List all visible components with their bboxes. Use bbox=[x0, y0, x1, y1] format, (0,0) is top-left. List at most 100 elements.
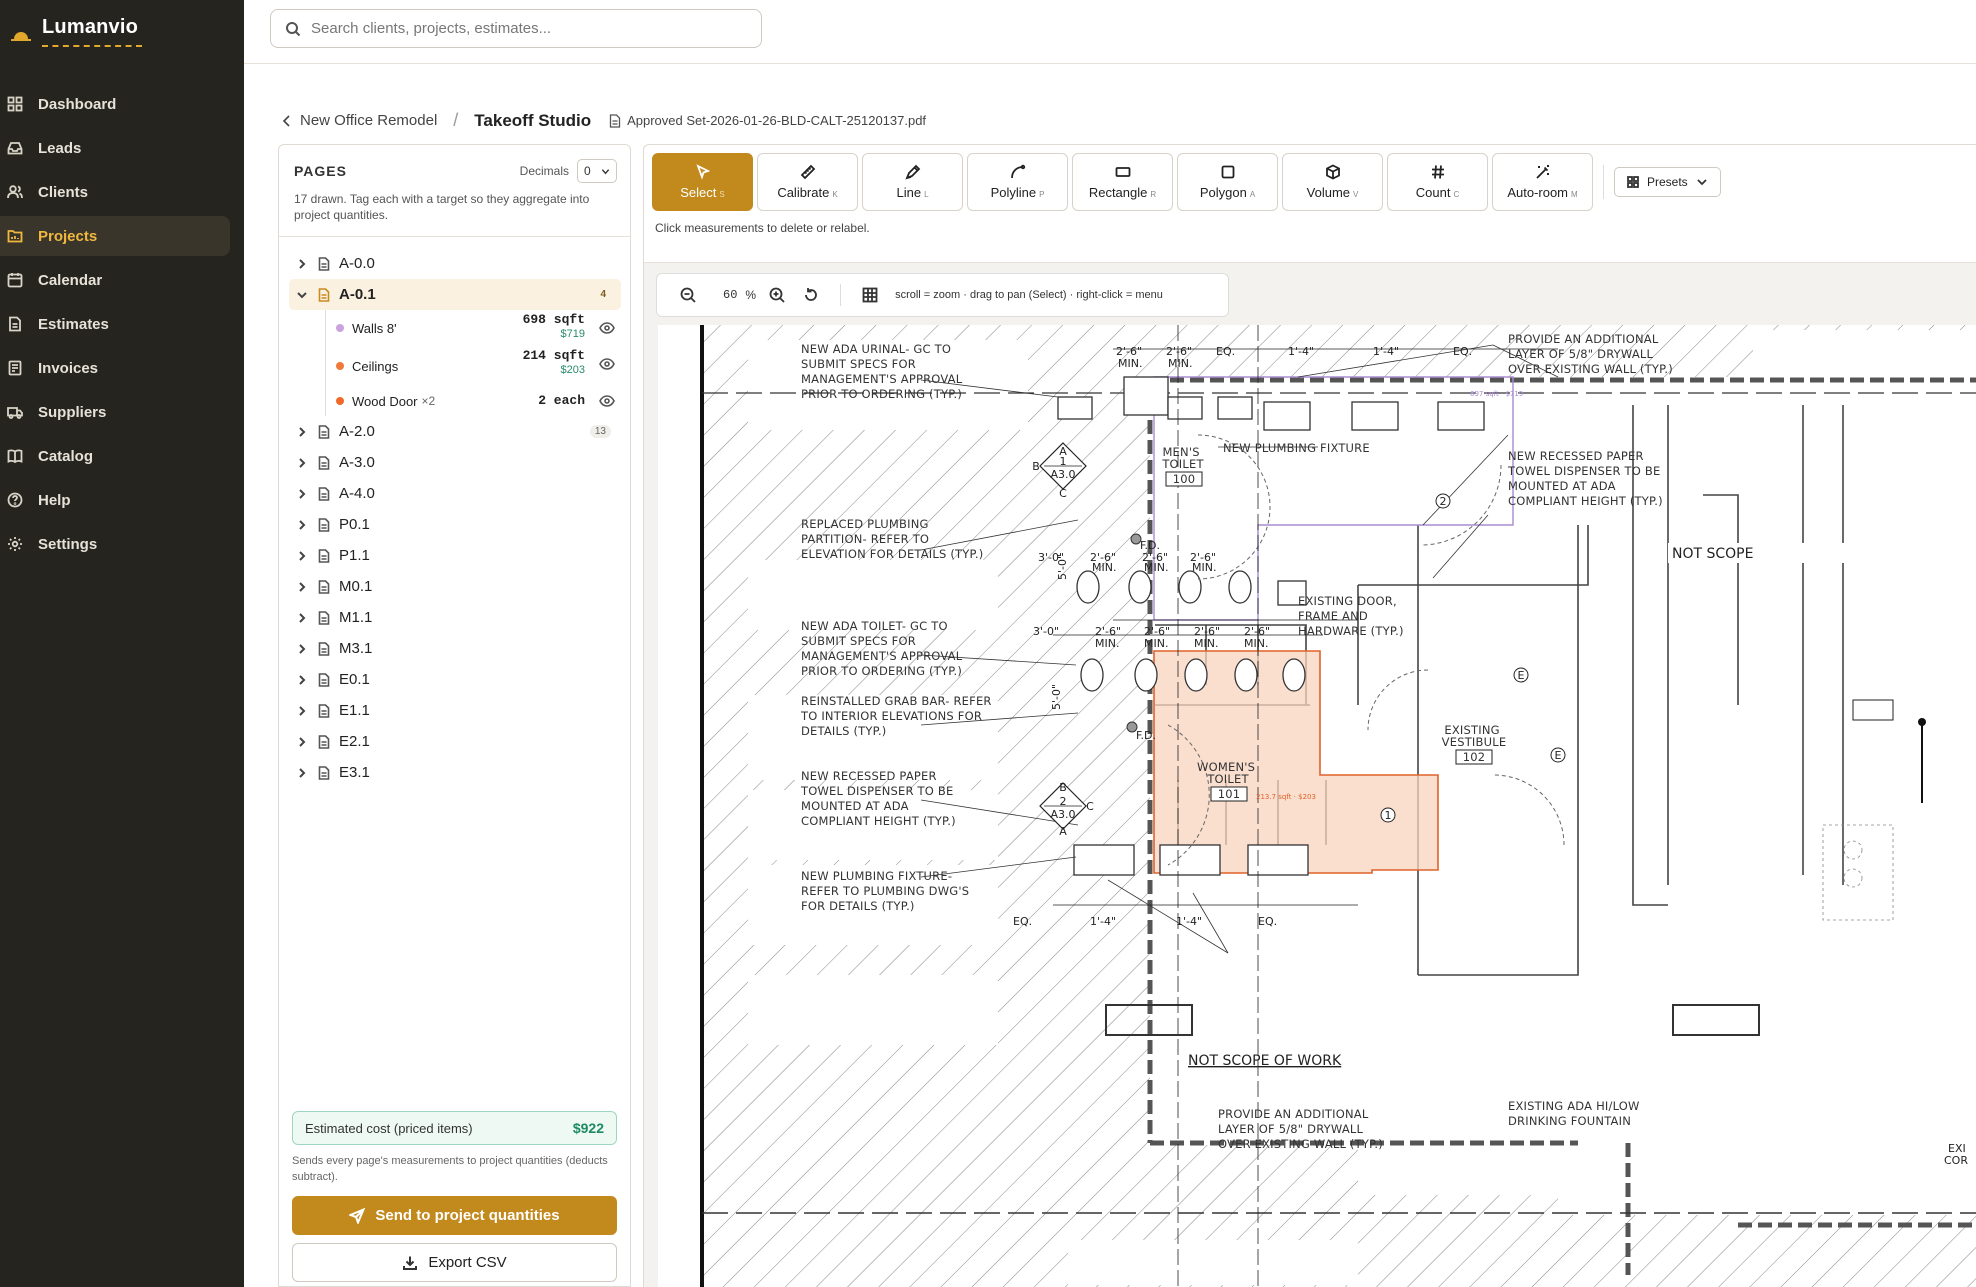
page-row[interactable]: A-4.0 bbox=[289, 478, 621, 509]
sidebar-item-help[interactable]: Help bbox=[0, 480, 230, 520]
page-row[interactable]: M3.1 bbox=[289, 633, 621, 664]
note-line: LAYER OF 5/8" DRYWALL bbox=[1508, 347, 1654, 361]
pages-help: 17 drawn. Tag each with a target so they… bbox=[294, 192, 590, 222]
sidebar: Lumanvio Dashboard Leads Clients Project… bbox=[0, 0, 244, 1287]
folder-icon bbox=[6, 227, 24, 245]
color-dot bbox=[336, 362, 344, 370]
chevron-right-icon[interactable] bbox=[295, 612, 309, 623]
page-row[interactable]: M0.1 bbox=[289, 571, 621, 602]
chevron-right-icon[interactable] bbox=[295, 258, 309, 269]
download-icon bbox=[403, 1256, 418, 1270]
search-box[interactable] bbox=[270, 9, 762, 48]
zoom-out-button[interactable] bbox=[671, 280, 705, 310]
export-csv-button[interactable]: Export CSV bbox=[292, 1243, 617, 1282]
measurement-price: $719 bbox=[560, 328, 585, 340]
measurement-label: Walls 8' bbox=[352, 320, 397, 336]
zoom-in-button[interactable] bbox=[760, 280, 794, 310]
document-icon bbox=[317, 517, 331, 532]
document-icon bbox=[317, 641, 331, 656]
decimals-select[interactable]: 0 bbox=[577, 159, 617, 183]
chevron-right-icon[interactable] bbox=[295, 705, 309, 716]
brand[interactable]: Lumanvio bbox=[10, 16, 143, 47]
page-row-selected[interactable]: A-0.1 4 bbox=[289, 279, 621, 310]
takeoff-workspace: Select S Calibrate K Line L Polyline P Recta… bbox=[643, 144, 1976, 1287]
sidebar-item-suppliers[interactable]: Suppliers bbox=[0, 392, 230, 432]
note-line: MOUNTED AT ADA bbox=[801, 799, 909, 813]
measurement-item[interactable]: Walls 8' 698 sqft $719 bbox=[325, 310, 621, 346]
page-row[interactable]: E1.1 bbox=[289, 695, 621, 726]
chevron-right-icon[interactable] bbox=[295, 457, 309, 468]
sidebar-item-projects[interactable]: Projects bbox=[0, 216, 230, 256]
page-row[interactable]: A-3.0 bbox=[289, 447, 621, 478]
chevron-right-icon[interactable] bbox=[295, 426, 309, 437]
brand-name: Lumanvio bbox=[42, 16, 143, 47]
tool-auto-room[interactable]: Auto-room M bbox=[1492, 153, 1593, 211]
tool-polygon[interactable]: Polygon A bbox=[1177, 153, 1278, 211]
tool-rectangle[interactable]: Rectangle R bbox=[1072, 153, 1173, 211]
zoom-value[interactable]: 60 bbox=[723, 288, 737, 302]
chevron-right-icon[interactable] bbox=[295, 550, 309, 561]
sidebar-item-estimates[interactable]: Estimates bbox=[0, 304, 230, 344]
presets-dropdown[interactable]: Presets bbox=[1614, 167, 1721, 197]
sidebar-item-dashboard[interactable]: Dashboard bbox=[0, 84, 230, 124]
back-link[interactable]: New Office Remodel bbox=[282, 112, 437, 129]
tool-count[interactable]: Count C bbox=[1387, 153, 1488, 211]
chevron-right-icon[interactable] bbox=[295, 767, 309, 778]
sidebar-item-catalog[interactable]: Catalog bbox=[0, 436, 230, 476]
sidebar-item-label: Projects bbox=[38, 227, 98, 245]
note-bg bbox=[748, 975, 998, 1045]
note-line: COMPLIANT HEIGHT (TYP.) bbox=[1508, 494, 1663, 508]
chevron-right-icon[interactable] bbox=[295, 736, 309, 747]
sidebar-item-invoices[interactable]: Invoices bbox=[0, 348, 230, 388]
room-label-vestibule: EXISTING VESTIBULE bbox=[1442, 723, 1507, 749]
grid-icon bbox=[1627, 176, 1639, 188]
page-name: E0.1 bbox=[339, 671, 370, 688]
floor-plan[interactable]: NEW ADA URINAL- GC TO SUBMIT SPECS FOR M… bbox=[658, 325, 1976, 1287]
sidebar-item-settings[interactable]: Settings bbox=[0, 524, 230, 564]
file-name[interactable]: Approved Set-2026-01-26-BLD-CALT-2512013… bbox=[609, 113, 926, 128]
reset-view-button[interactable] bbox=[794, 280, 828, 310]
chevron-right-icon[interactable] bbox=[295, 581, 309, 592]
note-line: NEW ADA URINAL- GC TO bbox=[801, 342, 951, 356]
decimals-control: Decimals 0 bbox=[520, 159, 617, 183]
page-row[interactable]: M1.1 bbox=[289, 602, 621, 633]
note-line: FRAME AND bbox=[1298, 609, 1368, 623]
hash-icon bbox=[1431, 165, 1444, 179]
page-row[interactable]: E3.1 bbox=[289, 757, 621, 788]
grid-toggle-button[interactable] bbox=[853, 280, 887, 310]
chevron-right-icon[interactable] bbox=[295, 519, 309, 530]
partial-label: COR bbox=[1944, 1154, 1968, 1167]
tool-calibrate[interactable]: Calibrate K bbox=[757, 153, 858, 211]
page-row[interactable]: E0.1 bbox=[289, 664, 621, 695]
inbox-icon bbox=[6, 139, 24, 157]
dim-label: MIN. bbox=[1192, 561, 1216, 574]
chevron-right-icon[interactable] bbox=[295, 488, 309, 499]
page-row[interactable]: A-2.0 13 bbox=[289, 416, 621, 447]
tool-label-text: Select bbox=[680, 185, 717, 200]
measurement-item[interactable]: Ceilings 214 sqft $203 bbox=[325, 346, 621, 386]
tool-select[interactable]: Select S bbox=[652, 153, 753, 211]
send-to-project-button[interactable]: Send to project quantities bbox=[292, 1196, 617, 1235]
tool-polyline[interactable]: Polyline P bbox=[967, 153, 1068, 211]
users-icon bbox=[6, 183, 24, 201]
measurement-item[interactable]: Wood Door ×2 2 each bbox=[325, 386, 621, 416]
page-row[interactable]: P1.1 bbox=[289, 540, 621, 571]
plan-drawing[interactable]: NEW ADA URINAL- GC TO SUBMIT SPECS FOR M… bbox=[658, 325, 1976, 1287]
page-row[interactable]: A-0.0 bbox=[289, 248, 621, 279]
eye-icon[interactable] bbox=[599, 320, 615, 336]
page-row[interactable]: P0.1 bbox=[289, 509, 621, 540]
sidebar-item-leads[interactable]: Leads bbox=[0, 128, 230, 168]
tool-line[interactable]: Line L bbox=[862, 153, 963, 211]
tool-label: Calibrate K bbox=[777, 185, 837, 200]
sidebar-item-calendar[interactable]: Calendar bbox=[0, 260, 230, 300]
eye-icon[interactable] bbox=[599, 393, 615, 409]
rectangle-icon bbox=[1115, 167, 1130, 177]
chevron-right-icon[interactable] bbox=[295, 643, 309, 654]
eye-icon[interactable] bbox=[599, 356, 615, 372]
chevron-down-icon[interactable] bbox=[295, 290, 309, 300]
page-row[interactable]: E2.1 bbox=[289, 726, 621, 757]
chevron-right-icon[interactable] bbox=[295, 674, 309, 685]
search-input[interactable] bbox=[311, 20, 731, 37]
tool-volume[interactable]: Volume V bbox=[1282, 153, 1383, 211]
sidebar-item-clients[interactable]: Clients bbox=[0, 172, 230, 212]
